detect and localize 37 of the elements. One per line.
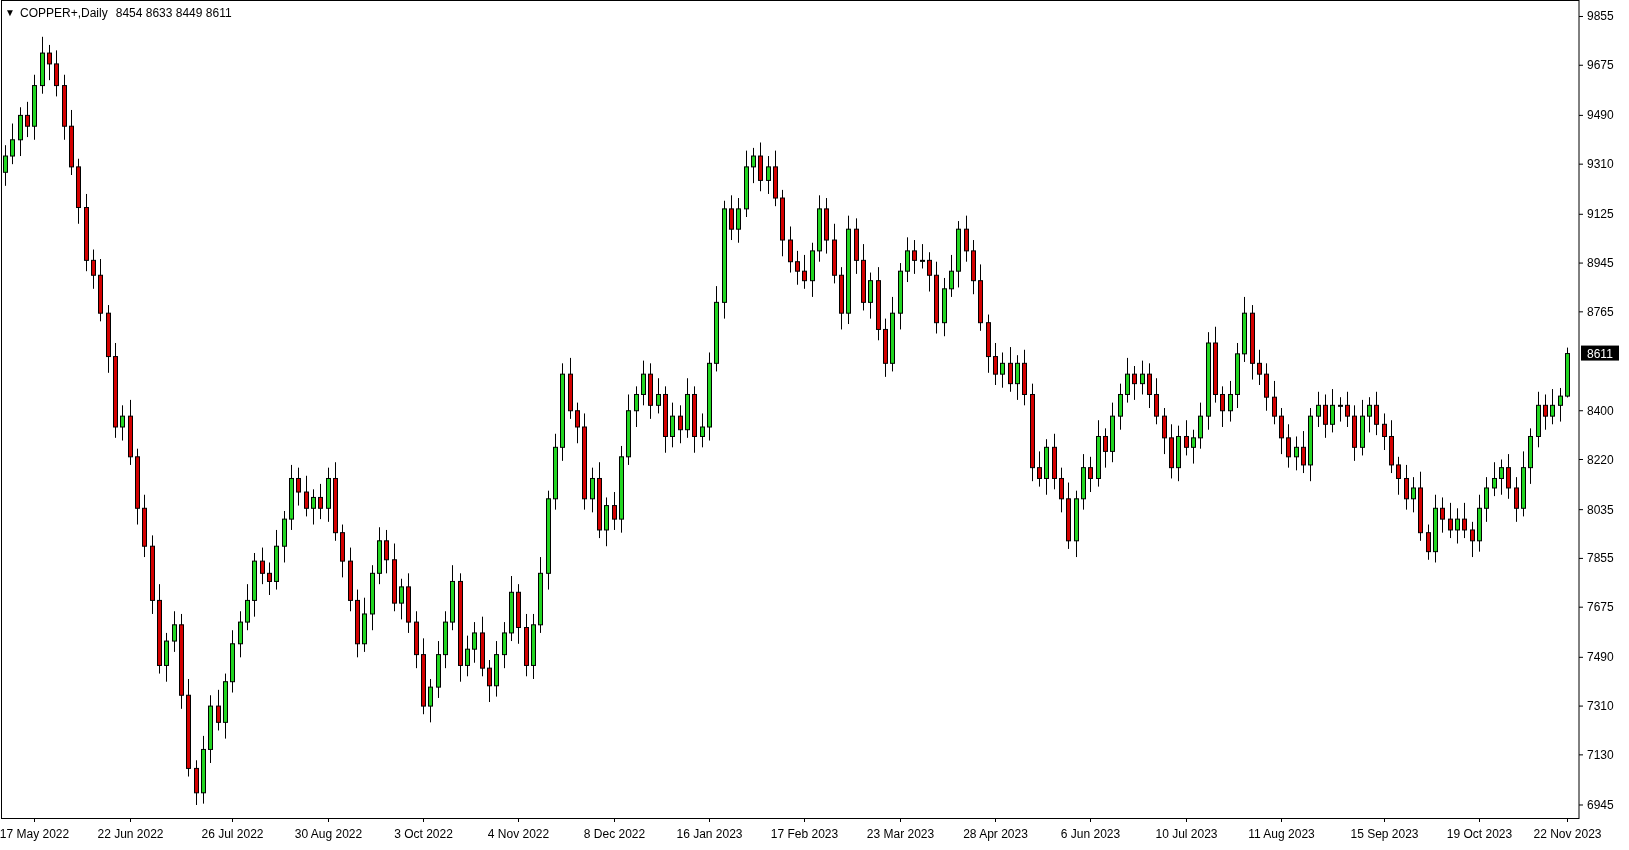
- price-axis-label: 7490: [1587, 650, 1614, 665]
- date-axis-label: 30 Aug 2022: [294, 827, 363, 841]
- date-axis-label: 28 Apr 2023: [963, 827, 1028, 841]
- date-axis-label: 3 Oct 2022: [394, 827, 453, 841]
- price-axis-label: 8400: [1587, 403, 1614, 418]
- price-axis-label: 7130: [1587, 747, 1614, 762]
- date-axis-label: 4 Nov 2022: [487, 827, 550, 841]
- current-price-label: 8611: [1581, 345, 1619, 361]
- date-axis-label: 10 Jul 2023: [1155, 827, 1218, 841]
- price-axis-label: 9855: [1587, 9, 1614, 24]
- date-axis-label: 6 Jun 2023: [1060, 827, 1121, 841]
- ohlc-values: 8454 8633 8449 8611: [115, 6, 232, 20]
- dropdown-arrow-icon[interactable]: ▼: [5, 7, 15, 18]
- symbol-title: COPPER+,Daily: [20, 6, 108, 20]
- date-axis-label: 15 Sep 2023: [1350, 827, 1419, 841]
- date-axis-label: 19 Oct 2023: [1446, 827, 1513, 841]
- price-axis-label: 8220: [1587, 452, 1614, 467]
- price-axis-label: 9125: [1587, 207, 1614, 222]
- date-axis-label: 26 Jul 2022: [201, 827, 264, 841]
- date-axis-label: 16 Jan 2023: [676, 827, 743, 841]
- date-axis-label: 23 Mar 2023: [866, 827, 935, 841]
- price-axis-label: 8945: [1587, 256, 1614, 271]
- date-axis-label: 22 Nov 2023: [1533, 827, 1602, 841]
- price-axis-label: 9490: [1587, 108, 1614, 123]
- date-axis-label: 11 Aug 2023: [1248, 827, 1315, 841]
- price-axis-label: 7675: [1587, 600, 1614, 615]
- date-axis-label: 8 Dec 2022: [583, 827, 646, 841]
- price-axis-label: 8765: [1587, 304, 1614, 319]
- price-axis-label: 7855: [1587, 551, 1614, 566]
- date-axis-label: 17 Feb 2023: [770, 827, 839, 841]
- price-axis-label: 8035: [1587, 502, 1614, 517]
- price-axis-label: 9675: [1587, 58, 1614, 73]
- date-axis-label: 17 May 2022: [0, 827, 70, 841]
- price-axis-label: 9310: [1587, 157, 1614, 172]
- price-axis-label: 6945: [1587, 798, 1614, 812]
- date-axis-label: 22 Jun 2022: [97, 827, 164, 841]
- price-axis-label: 7310: [1587, 699, 1614, 714]
